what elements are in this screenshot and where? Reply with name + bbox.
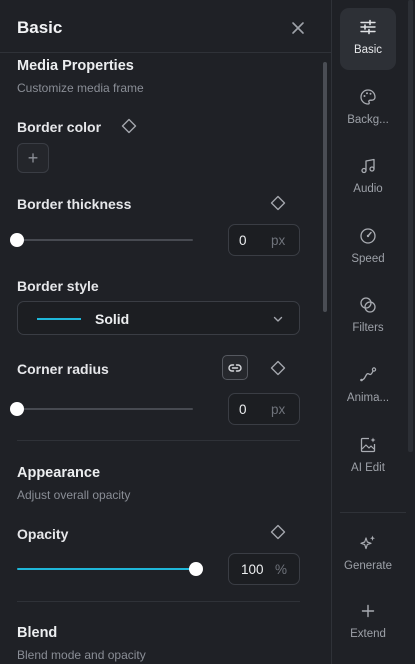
border-thickness-label: Border thickness [17,196,132,212]
plus-icon: + [27,147,39,168]
sparkles-icon [360,535,375,550]
corner-radius-slider-track[interactable] [17,408,193,410]
keyframe-diamond-icon[interactable] [270,360,286,376]
rail-item-extend[interactable]: Extend [340,592,396,654]
link-corners-button[interactable] [222,355,248,380]
ai-image-icon [360,437,376,453]
keyframe-diamond-icon[interactable] [270,195,286,211]
rail-item-audio[interactable]: Audio [340,147,396,209]
rail-label: Speed [351,253,385,265]
media-properties-subtitle: Customize media frame [17,81,144,95]
corner-radius-slider-knob[interactable] [10,402,24,416]
rail-label: AI Edit [351,462,385,474]
border-style-select[interactable]: Solid [17,301,300,335]
filters-icon [360,297,376,313]
corner-radius-value: 0 [239,402,247,417]
opacity-input[interactable]: 100 % [228,553,300,585]
rail-item-background[interactable]: Backg... [340,78,396,140]
add-color-button[interactable]: + [17,143,49,173]
keyframe-diamond-icon[interactable] [270,524,286,540]
opacity-slider-fill[interactable] [17,568,197,570]
plus-icon [361,604,375,618]
border-thickness-unit: px [271,233,286,248]
properties-panel: Basic Media Properties Customize media f… [0,0,332,664]
rail-scrollbar[interactable] [408,0,413,452]
section-divider [17,601,300,602]
link-icon [228,363,242,372]
opacity-slider-knob[interactable] [189,562,203,576]
corner-radius-input[interactable]: 0 px [228,393,300,425]
sliders-icon [360,19,376,35]
opacity-value: 100 [241,562,264,577]
rail-label: Audio [353,183,383,195]
rail-label: Basic [353,44,383,56]
media-properties-title: Media Properties [17,58,134,74]
animation-curve-icon [360,367,377,382]
rail-label: Anima... [346,392,390,404]
close-button[interactable] [289,19,307,37]
border-thickness-slider-knob[interactable] [10,233,24,247]
blend-subtitle: Blend mode and opacity [17,648,146,662]
rail-item-animation[interactable]: Anima... [340,356,396,418]
border-style-label: Border style [17,278,99,294]
rail-label: Extend [350,628,386,640]
opacity-label: Opacity [17,526,69,542]
panel-content: Media Properties Customize media frame B… [0,54,320,664]
opacity-unit: % [275,562,288,577]
rail-divider [340,512,406,513]
corner-radius-label: Corner radius [17,361,109,377]
keyframe-diamond-icon[interactable] [121,118,137,134]
speedometer-icon [360,228,376,244]
border-thickness-value: 0 [239,233,247,248]
rail-item-filters[interactable]: Filters [340,286,396,348]
music-note-icon [361,158,375,174]
rail-item-basic[interactable]: Basic [340,8,396,70]
panel-scrollbar[interactable] [323,62,327,312]
solid-line-preview [37,318,81,320]
rail-item-ai-edit[interactable]: AI Edit [340,426,396,488]
appearance-title: Appearance [17,465,101,481]
section-divider [17,440,300,441]
border-style-value: Solid [95,311,130,327]
corner-radius-unit: px [271,402,286,417]
panel-title: Basic [17,18,63,37]
palette-icon [360,89,376,105]
rail-label: Generate [344,560,392,572]
rail-label: Backg... [347,114,389,126]
chevron-down-icon [273,316,283,322]
appearance-subtitle: Adjust overall opacity [17,488,131,502]
border-thickness-input[interactable]: 0 px [228,224,300,256]
border-thickness-slider-track[interactable] [17,239,193,241]
border-color-label: Border color [17,119,102,135]
rail-label: Filters [352,322,384,334]
blend-title: Blend [17,625,58,641]
tool-rail: Basic Backg... Audio Speed Filters Anima… [332,0,415,664]
rail-item-speed[interactable]: Speed [340,217,396,279]
panel-header: Basic [0,0,331,53]
close-icon [292,22,304,34]
rail-item-generate[interactable]: Generate [340,524,396,586]
